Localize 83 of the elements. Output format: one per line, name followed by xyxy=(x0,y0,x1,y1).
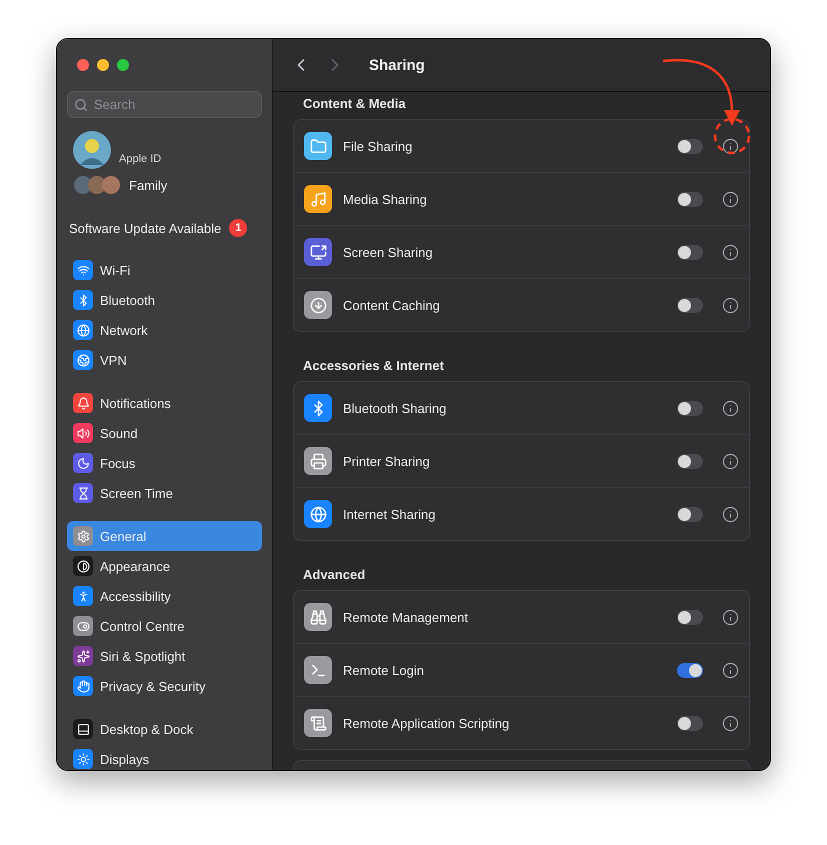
toggle-switch[interactable] xyxy=(677,610,703,624)
info-icon[interactable] xyxy=(722,296,739,314)
hourglass-icon xyxy=(76,486,90,500)
toggle-switch[interactable] xyxy=(677,244,703,260)
sidebar-item[interactable]: Bluetooth xyxy=(67,285,262,315)
bell-icon xyxy=(76,396,90,410)
sidebar-item[interactable]: Wi-Fi xyxy=(67,255,262,285)
sidebar-item[interactable]: Accessibility xyxy=(67,581,262,611)
setting-label: Media Sharing xyxy=(343,192,428,206)
globe-icon xyxy=(310,506,326,522)
person-icon xyxy=(76,590,90,602)
info-icon[interactable] xyxy=(722,714,739,732)
sun-icon xyxy=(76,752,90,766)
setting-label: Remote Login xyxy=(343,662,425,678)
toggle-icon xyxy=(76,620,90,632)
family-label[interactable]: Family xyxy=(129,178,168,192)
search-icon xyxy=(74,98,88,112)
download-icon xyxy=(310,296,326,314)
avatar[interactable] xyxy=(73,131,111,169)
globe-icon xyxy=(76,324,90,336)
page-title: Sharing xyxy=(369,56,425,74)
speaker-icon xyxy=(76,426,90,440)
setting-label: Bluetooth Sharing xyxy=(343,400,448,416)
info-icon[interactable] xyxy=(722,138,739,154)
notification-badge: 1 xyxy=(229,219,248,237)
toggle-switch[interactable] xyxy=(677,298,703,312)
sidebar-item[interactable]: Notifications xyxy=(67,388,262,418)
sidebar-item[interactable]: Focus xyxy=(67,448,262,478)
settings-icon xyxy=(76,530,90,542)
section-heading: Accessories & Internet xyxy=(303,358,445,373)
contrast-icon xyxy=(76,560,90,572)
search-field[interactable]: Search xyxy=(67,91,262,118)
setting-label: Printer Sharing xyxy=(343,454,431,468)
moon-icon xyxy=(76,456,90,470)
setting-label: Internet Sharing xyxy=(343,506,437,522)
screen-icon xyxy=(310,244,326,260)
sidebar-item[interactable]: Privacy & Security xyxy=(67,671,262,701)
family-avatars-drawing xyxy=(73,175,121,195)
toggle-switch[interactable] xyxy=(677,506,703,522)
sidebar-item[interactable]: Displays xyxy=(67,744,262,770)
dock-icon xyxy=(76,722,90,736)
binoculars-icon xyxy=(310,608,326,626)
info-icon[interactable] xyxy=(722,244,739,260)
toggle-switch[interactable] xyxy=(677,716,703,730)
section-heading: Advanced xyxy=(303,567,366,582)
hand-icon xyxy=(76,680,90,692)
toggle-switch[interactable] xyxy=(677,138,703,154)
setting-label: Screen Sharing xyxy=(343,244,434,260)
software-update-label[interactable]: Software Update Available xyxy=(69,220,222,236)
sidebar-item[interactable]: Siri & Spotlight xyxy=(67,641,262,671)
script-icon xyxy=(310,714,326,732)
globe-icon xyxy=(76,354,90,366)
music-icon xyxy=(310,190,326,208)
info-icon[interactable] xyxy=(722,608,739,626)
info-icon[interactable] xyxy=(722,662,739,678)
sidebar-item[interactable]: Control Centre xyxy=(67,611,262,641)
sidebar-item[interactable]: Screen Time xyxy=(67,478,262,508)
toggle-switch[interactable] xyxy=(677,662,703,678)
section-heading: Content & Media xyxy=(303,96,407,111)
info-icon[interactable] xyxy=(722,506,739,522)
setting-label: File Sharing xyxy=(343,138,414,154)
setting-label: Remote Management xyxy=(343,610,470,624)
sparkles-icon xyxy=(76,650,90,662)
sidebar-item[interactable]: Appearance xyxy=(67,551,262,581)
info-icon[interactable] xyxy=(722,400,739,416)
close-button[interactable] xyxy=(77,59,89,71)
info-icon[interactable] xyxy=(722,190,739,208)
setting-label: Content Caching xyxy=(343,298,441,312)
wifi-icon xyxy=(76,264,90,276)
apple-id-label[interactable]: Apple ID xyxy=(119,153,162,169)
info-icon[interactable] xyxy=(722,452,739,470)
toggle-switch[interactable] xyxy=(677,454,703,468)
toggle-switch[interactable] xyxy=(677,400,703,416)
sidebar-item[interactable]: Network xyxy=(67,315,262,345)
sidebar-item[interactable]: Desktop & Dock xyxy=(67,714,262,744)
setting-label: Remote Application Scripting xyxy=(343,716,510,730)
sidebar-item[interactable]: VPN xyxy=(67,345,262,375)
folder-icon xyxy=(310,138,326,154)
sidebar-item[interactable]: Sound xyxy=(67,418,262,448)
zoom-button[interactable] xyxy=(117,59,129,71)
minimize-button[interactable] xyxy=(97,59,109,71)
toggle-switch[interactable] xyxy=(677,192,703,206)
printer-icon xyxy=(310,452,326,470)
